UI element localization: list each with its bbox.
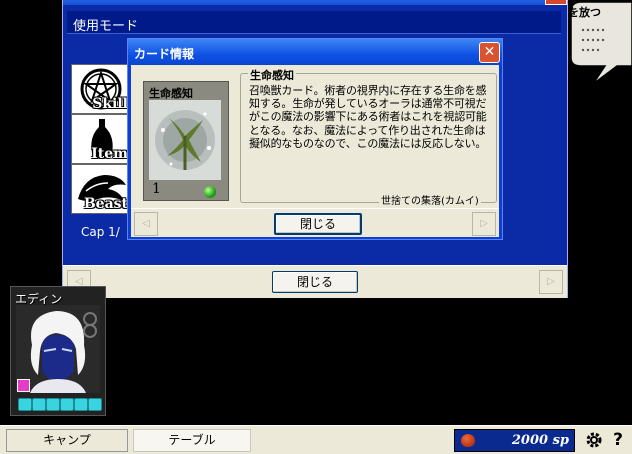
status-bar: キャンプ テーブル 2000 sp ? [0,425,632,454]
dialog-title-bar: カード情報 ✕ [128,39,502,65]
card-level: 1 [152,181,161,197]
hp-cell [74,398,88,411]
card-description: 召喚獣カード。術者の視界内に存在する生命を感知する。生命が発しているオーラは通常… [249,84,487,150]
gear-icon[interactable] [584,430,604,450]
dialog-title: カード情報 [134,47,195,61]
green-gem-icon [204,186,216,198]
description-title: 生命感知 [248,67,296,83]
outer-bottom-bar: ◁ 閉じる ▷ [63,265,567,298]
dialog-prev-arrow[interactable]: ◁ [134,212,158,236]
card-name: 生命感知 [149,87,193,100]
character-card[interactable]: エディン [10,286,106,416]
outer-close-dialog-button[interactable]: 閉じる [272,271,358,293]
outer-close-button[interactable] [545,0,567,5]
dialog-close-button[interactable]: 閉じる [274,213,362,235]
tab-skill-label: Skill [92,96,128,112]
outer-title-bar [63,0,567,5]
card-art [149,100,221,180]
money-bag-icon [461,434,475,447]
mode-label: 使用モード [73,19,139,34]
bubble-text: を放つ [568,6,601,19]
tab-item[interactable]: Item [71,114,131,164]
camp-button[interactable]: キャンプ [6,429,128,452]
card-info-dialog: カード情報 ✕ 生命感知 1 生命感知 召喚獣カード。術者の視界内に存在する生命… [127,38,503,240]
card-source: 世捨ての集落(カムイ) [379,192,481,207]
outer-next-arrow[interactable]: ▷ [539,270,563,294]
close-icon[interactable]: ✕ [479,42,500,63]
hp-cell [32,398,46,411]
money-display: 2000 sp [454,429,575,452]
hp-cell [60,398,74,411]
status-flag-icon [17,379,30,392]
summon-card: 生命感知 1 [143,81,229,201]
mode-bar: 使用モード [67,11,561,34]
dialog-body: 生命感知 1 生命感知 召喚獣カード。術者の視界内に存在する生命を感知する。生命… [131,65,499,237]
character-name: エディン [15,292,63,306]
money-amount: 2000 sp [511,433,569,448]
tab-beast-label: Beast [83,196,128,212]
help-icon[interactable]: ? [608,430,628,450]
tab-skill[interactable]: Skill [71,64,131,114]
tab-item-label: Item [91,146,128,162]
capacity-label: Cap 1/ [81,225,120,239]
dialog-next-arrow[interactable]: ▷ [472,212,496,236]
table-button[interactable]: テーブル [133,429,251,452]
hp-cell [88,398,102,411]
hp-cell [18,398,32,411]
hp-cell [46,398,60,411]
dialog-bottom-bar: ◁ 閉じる ▷ [131,208,499,237]
tab-beast[interactable]: Beast [71,164,131,214]
